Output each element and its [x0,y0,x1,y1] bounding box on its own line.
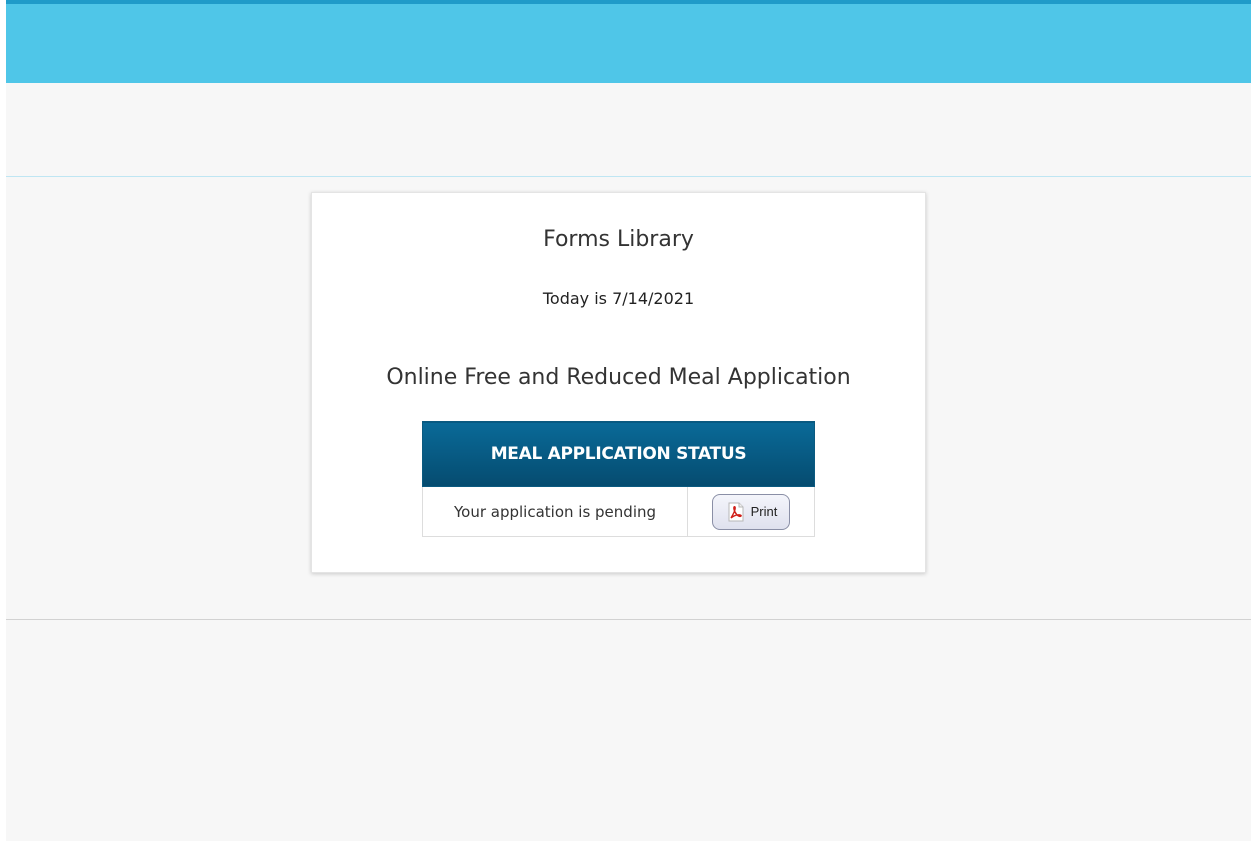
top-header-bar [6,4,1251,83]
today-date-text: Today is 7/14/2021 [542,289,695,308]
page-title: Forms Library [543,227,694,252]
print-cell: Print [687,486,815,537]
table-header-row: MEAL APPLICATION STATUS [422,421,815,487]
print-button-label: Print [750,504,778,519]
table-row: Your application is pending Print [422,486,815,537]
page: Forms Library Today is 7/14/2021 Online … [6,0,1251,841]
application-status-text: Your application is pending [422,486,688,537]
main-content: Forms Library Today is 7/14/2021 Online … [6,177,1251,620]
meal-application-status-table: MEAL APPLICATION STATUS Your application… [422,421,815,537]
print-button[interactable]: Print [711,493,791,530]
table-header: MEAL APPLICATION STATUS [422,421,815,487]
forms-library-card: Forms Library Today is 7/14/2021 Online … [311,192,926,573]
section-title: Online Free and Reduced Meal Application [386,365,851,390]
footer-area [6,620,1251,841]
pdf-icon [727,502,745,522]
sub-header-bar [6,83,1251,177]
